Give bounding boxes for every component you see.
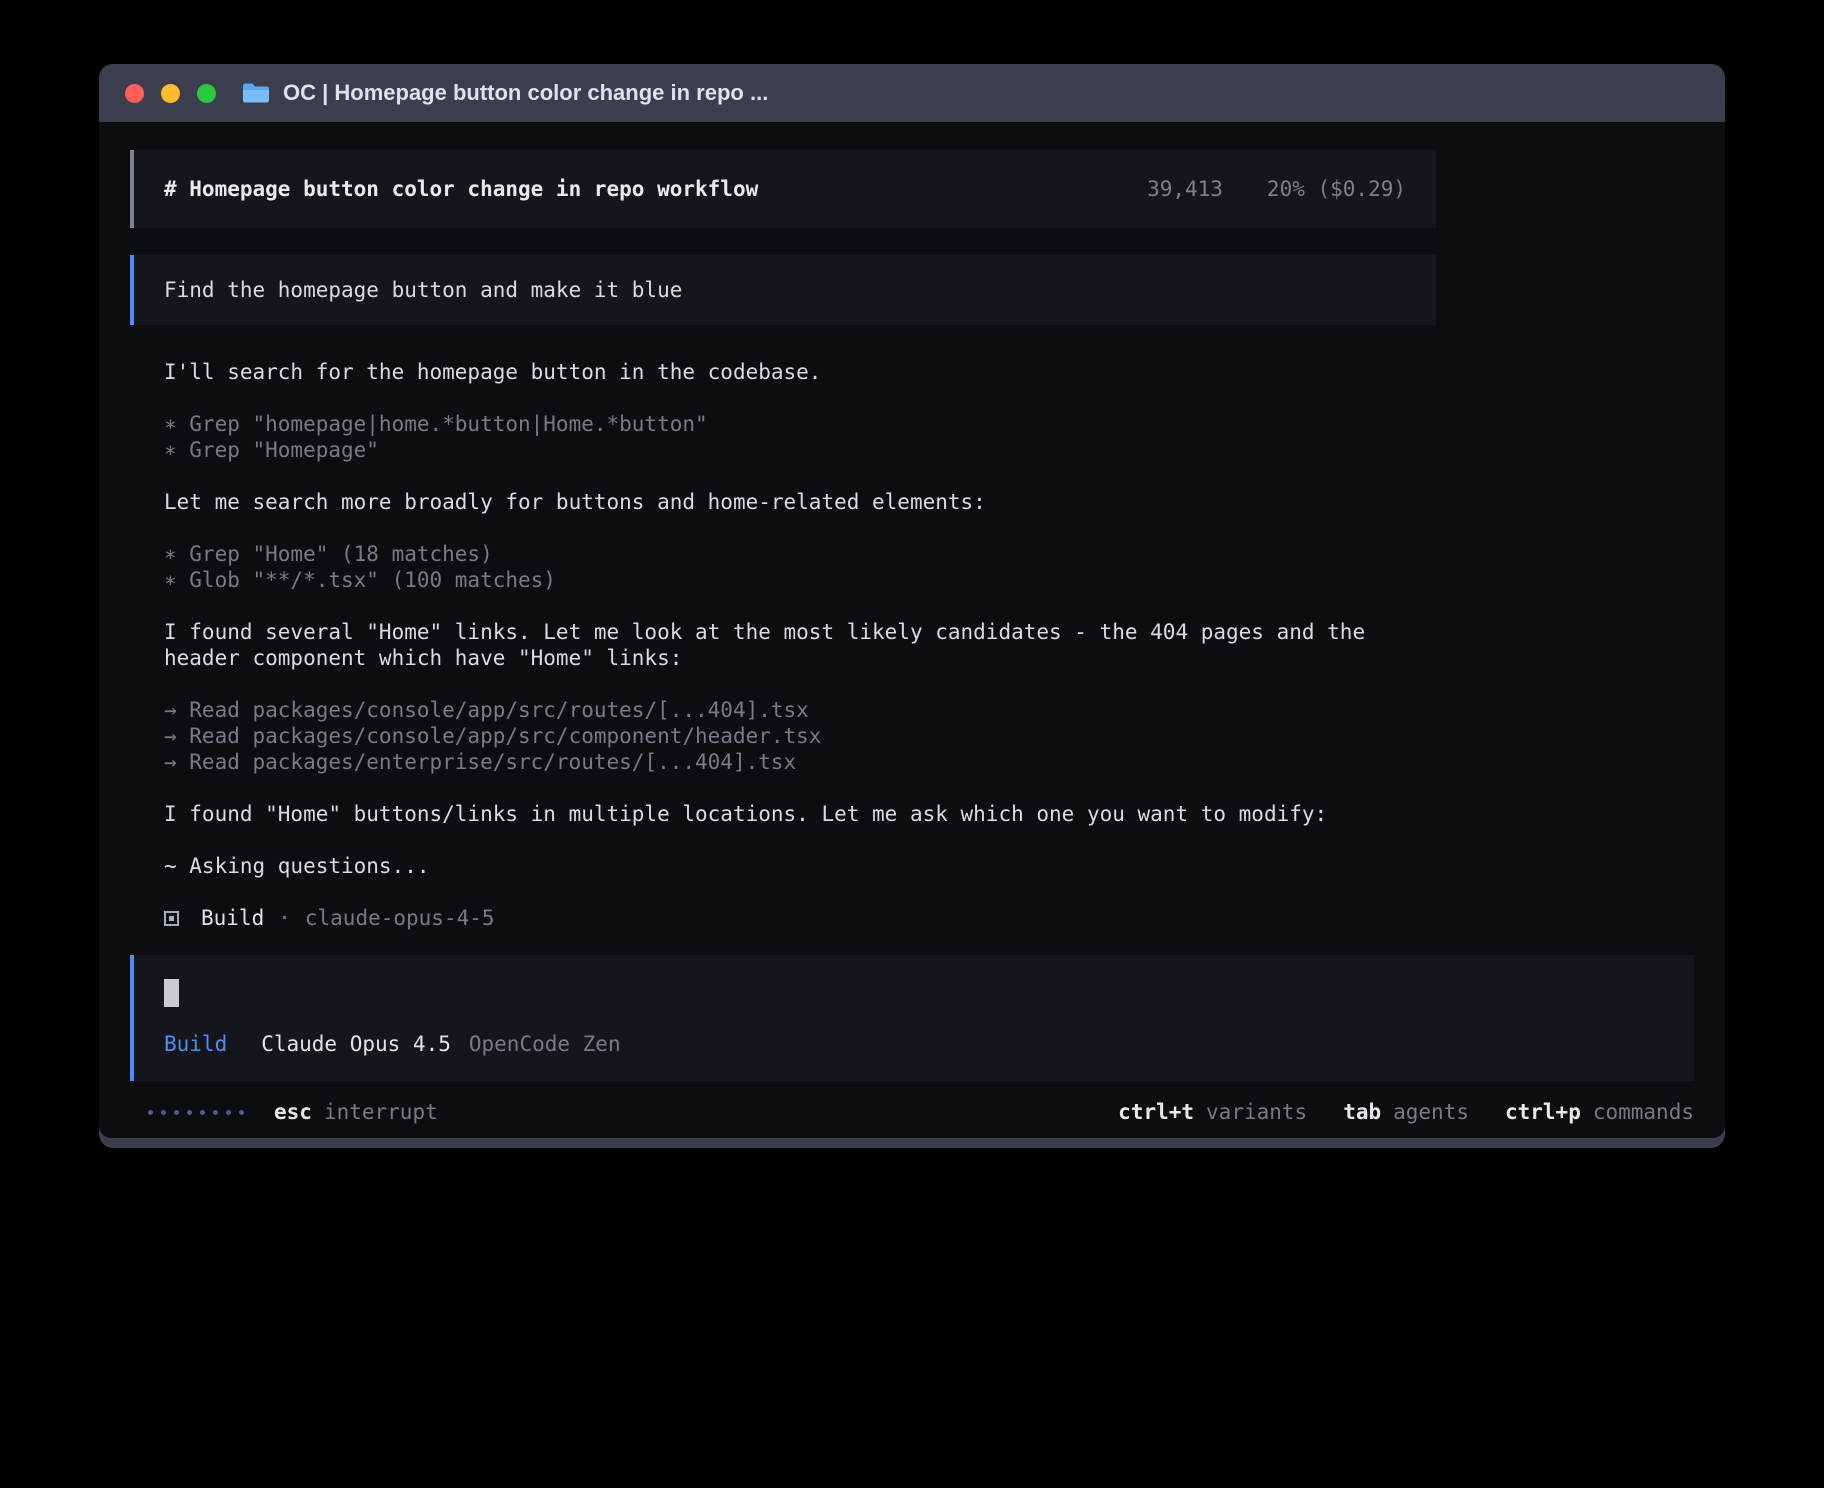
session-stats: 39,413 20% ($0.29) xyxy=(1147,176,1406,202)
tool-call-group: ∗ Grep "homepage|home.*button|Home.*butt… xyxy=(164,411,1436,463)
window-titlebar: OC | Homepage button color change in rep… xyxy=(99,64,1725,122)
status-bar: esc interrupt ctrl+t variants tab agents… xyxy=(130,1099,1694,1125)
traffic-lights xyxy=(125,84,216,103)
token-count: 39,413 xyxy=(1147,176,1223,202)
esc-key-hint[interactable]: esc xyxy=(274,1099,312,1125)
tool-call-line: → Read packages/console/app/src/routes/[… xyxy=(164,697,1436,723)
assistant-text: I'll search for the homepage button in t… xyxy=(164,359,1414,385)
tool-call-group: → Read packages/console/app/src/routes/[… xyxy=(164,697,1436,775)
variants-label: variants xyxy=(1206,1099,1307,1125)
agent-icon xyxy=(164,911,179,926)
user-message: Find the homepage button and make it blu… xyxy=(130,255,1436,325)
tool-call-line: ∗ Glob "**/*.tsx" (100 matches) xyxy=(164,567,1436,593)
variants-key: ctrl+t xyxy=(1118,1099,1194,1125)
window-title-group: OC | Homepage button color change in rep… xyxy=(242,80,768,106)
transcript: I'll search for the homepage button in t… xyxy=(130,359,1436,931)
agent-separator: · xyxy=(278,905,291,931)
text-cursor xyxy=(164,979,179,1007)
tool-call-line: ∗ Grep "Homepage" xyxy=(164,437,1436,463)
session-title: # Homepage button color change in repo w… xyxy=(164,176,758,202)
provider-name: OpenCode Zen xyxy=(469,1031,621,1057)
mode-indicator[interactable]: Build xyxy=(164,1031,227,1057)
agents-label: agents xyxy=(1393,1099,1469,1125)
agent-model: claude-opus-4-5 xyxy=(305,905,495,931)
folder-icon xyxy=(242,82,270,104)
tool-call-group: ∗ Grep "Home" (18 matches) ∗ Glob "**/*.… xyxy=(164,541,1436,593)
assistant-text: I found "Home" buttons/links in multiple… xyxy=(164,801,1414,827)
assistant-text: Let me search more broadly for buttons a… xyxy=(164,489,1414,515)
context-usage: 20% ($0.29) xyxy=(1267,176,1406,202)
prompt-input[interactable]: Build Claude Opus 4.5 OpenCode Zen xyxy=(130,955,1694,1081)
model-name: Claude Opus 4.5 xyxy=(261,1031,451,1057)
tool-call-line: ∗ Grep "homepage|home.*button|Home.*butt… xyxy=(164,411,1436,437)
commands-hint[interactable]: ctrl+p commands xyxy=(1505,1099,1694,1125)
tool-call-line: ∗ Grep "Home" (18 matches) xyxy=(164,541,1436,567)
status-bar-hints: ctrl+t variants tab agents ctrl+p comman… xyxy=(1118,1099,1694,1125)
commands-label: commands xyxy=(1593,1099,1694,1125)
zoom-button[interactable] xyxy=(197,84,216,103)
agents-hint[interactable]: tab agents xyxy=(1343,1099,1469,1125)
messages-column: # Homepage button color change in repo w… xyxy=(130,150,1436,931)
close-button[interactable] xyxy=(125,84,144,103)
window-title: OC | Homepage button color change in rep… xyxy=(283,80,768,106)
interrupt-label: interrupt xyxy=(324,1099,438,1125)
tool-call-line: → Read packages/console/app/src/componen… xyxy=(164,723,1436,749)
session-header: # Homepage button color change in repo w… xyxy=(130,150,1436,228)
tool-call-line: → Read packages/enterprise/src/routes/[.… xyxy=(164,749,1436,775)
terminal-content: # Homepage button color change in repo w… xyxy=(99,122,1725,1138)
terminal-window: OC | Homepage button color change in rep… xyxy=(99,64,1725,1148)
agents-key: tab xyxy=(1343,1099,1381,1125)
agent-status-line: Build · claude-opus-4-5 xyxy=(164,905,1436,931)
commands-key: ctrl+p xyxy=(1505,1099,1581,1125)
assistant-status-text: ~ Asking questions... xyxy=(164,853,1414,879)
assistant-text: I found several "Home" links. Let me loo… xyxy=(164,619,1414,671)
spinner-dots xyxy=(148,1110,244,1115)
agent-name: Build xyxy=(201,905,264,931)
minimize-button[interactable] xyxy=(161,84,180,103)
user-message-text: Find the homepage button and make it blu… xyxy=(164,278,682,302)
variants-hint[interactable]: ctrl+t variants xyxy=(1118,1099,1307,1125)
input-footer: Build Claude Opus 4.5 OpenCode Zen xyxy=(164,1031,1664,1057)
